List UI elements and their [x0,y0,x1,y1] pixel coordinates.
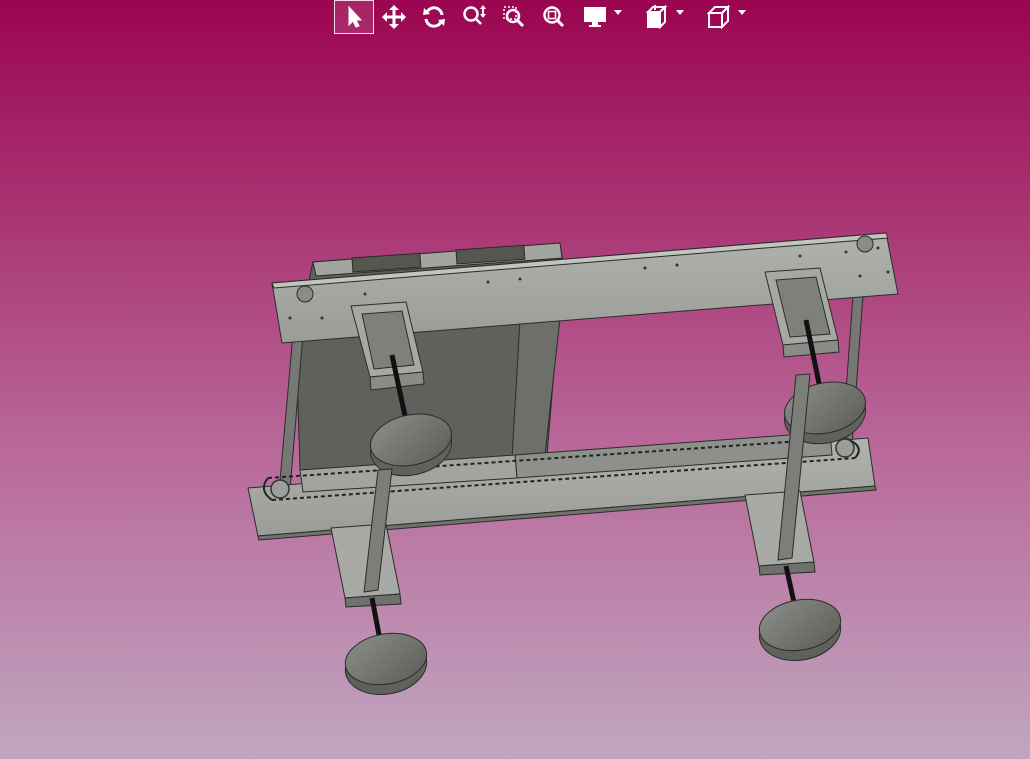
zoom-updown-icon [463,5,486,25]
pan-tool-button[interactable] [374,0,414,34]
chevron-down-icon [738,10,746,15]
zoom-window-tool-button[interactable] [494,0,534,34]
zoom-window-icon [503,6,525,28]
rotate-icon [423,6,445,28]
display-mode-dropdown[interactable] [574,0,636,34]
zoom-fit-icon [543,6,565,28]
cube-icon [706,4,731,30]
move-arrows-icon [382,5,406,29]
chevron-down-icon [614,10,622,15]
monitor-icon [584,7,606,27]
zoom-fit-tool-button[interactable] [534,0,574,34]
cursor-arrow-icon [348,5,363,28]
section-view-dropdown[interactable] [636,0,698,34]
select-tool-button[interactable] [334,0,374,34]
3d-viewport[interactable] [0,0,1030,759]
view-orientation-dropdown[interactable] [698,0,760,34]
cad-model-assembly[interactable] [0,0,1030,759]
rotate-tool-button[interactable] [414,0,454,34]
chevron-down-icon [676,10,684,15]
zoom-tool-button[interactable] [454,0,494,34]
view-toolbar [334,0,760,34]
section-cube-icon [645,4,668,30]
